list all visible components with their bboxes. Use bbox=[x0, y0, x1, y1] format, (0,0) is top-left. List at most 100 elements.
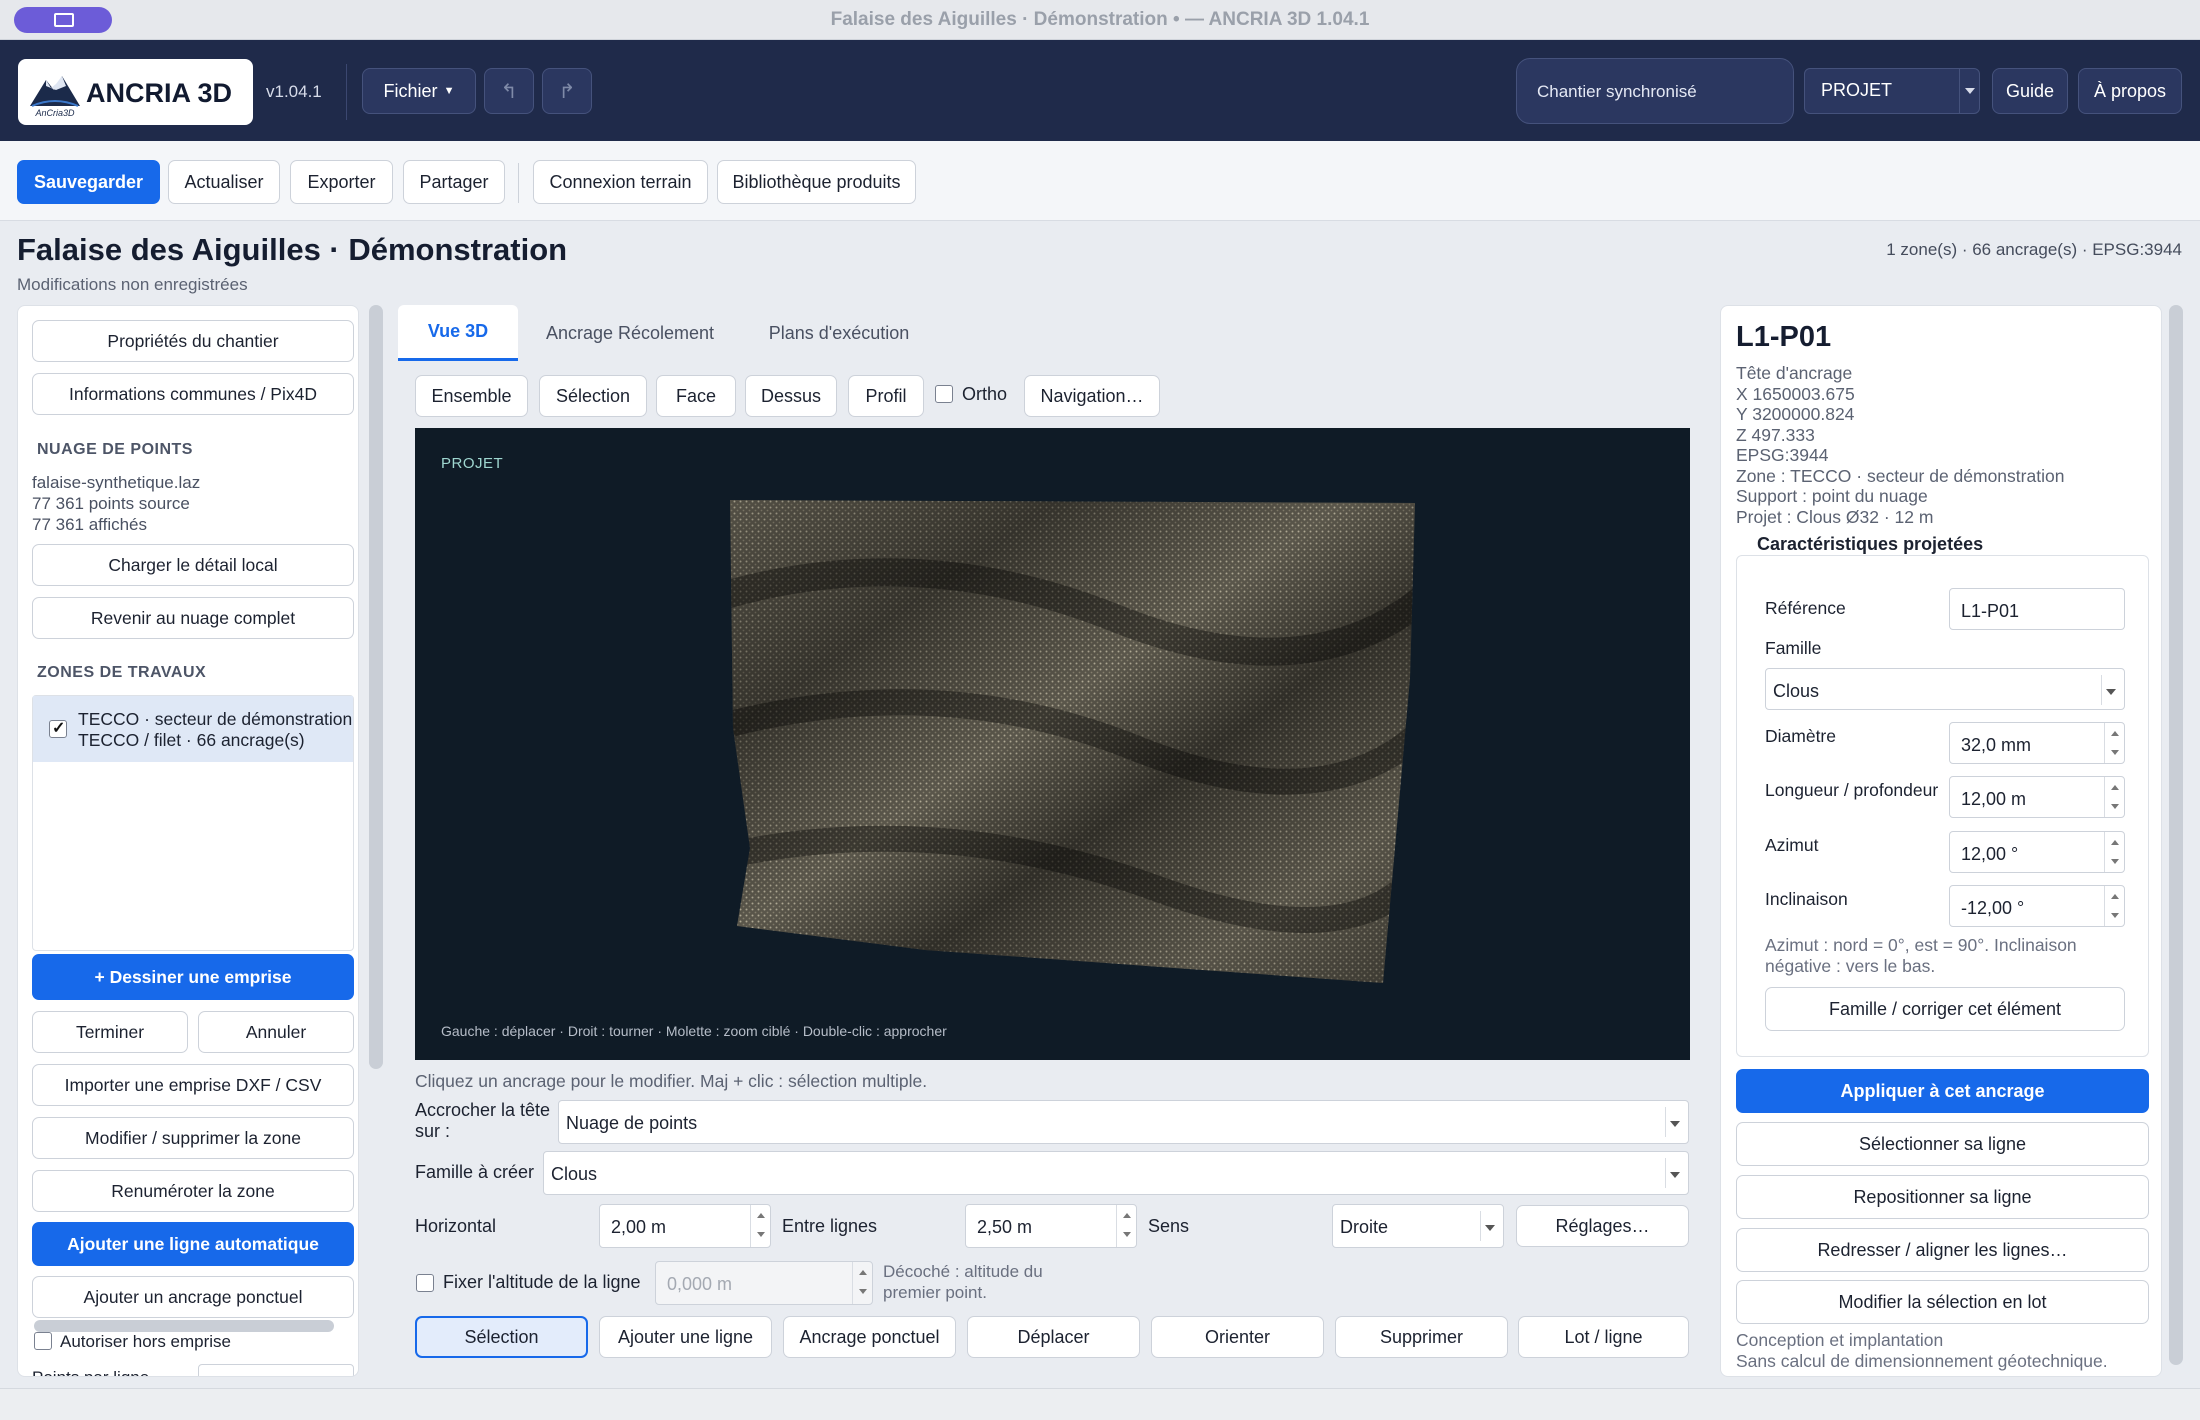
refresh-button[interactable]: Actualiser bbox=[168, 160, 280, 204]
family-select[interactable]: Clous bbox=[1765, 668, 2125, 710]
anchor-type: Tête d'ancrage bbox=[1736, 363, 1853, 383]
fix-family-button[interactable]: Famille / corriger cet élément bbox=[1765, 987, 2125, 1031]
zone-list-item[interactable]: TECCO · secteur de démonstration TECCO /… bbox=[33, 696, 353, 762]
viewport-help: Gauche : déplacer · Droit : tourner · Mo… bbox=[441, 1023, 947, 1039]
guide-button[interactable]: Guide bbox=[1992, 68, 2068, 114]
snap-label: Accrocher la tête sur : bbox=[415, 1100, 551, 1141]
apply-anchor-button[interactable]: Appliquer à cet ancrage bbox=[1736, 1069, 2149, 1113]
about-button[interactable]: À propos bbox=[2078, 68, 2182, 114]
select-divider bbox=[1480, 1211, 1481, 1241]
settings-button[interactable]: Réglages… bbox=[1516, 1205, 1689, 1247]
azimuth-input[interactable]: 12,00 ° bbox=[1949, 831, 2125, 873]
full-cloud-button[interactable]: Revenir au nuage complet bbox=[32, 597, 354, 639]
anchor-support: Support : point du nuage bbox=[1736, 486, 1928, 506]
mode-selection-button[interactable]: Sélection bbox=[415, 1316, 588, 1358]
cancel-button[interactable]: Annuler bbox=[198, 1011, 354, 1053]
straighten-lines-button[interactable]: Redresser / aligner les lignes… bbox=[1736, 1228, 2149, 1272]
3d-viewport[interactable]: PROJET Gauche : déplacer · Droit: tourn… bbox=[415, 428, 1690, 1060]
footer-line-1: Conception et implantation bbox=[1736, 1330, 1944, 1350]
view-top-button[interactable]: Dessus bbox=[745, 375, 837, 417]
page-title: Falaise des Aiguilles · Démonstration bbox=[17, 232, 568, 267]
site-properties-button[interactable]: Propriétés du chantier bbox=[32, 320, 354, 362]
renumber-zone-button[interactable]: Renuméroter la zone bbox=[32, 1170, 354, 1212]
select-divider bbox=[1665, 1158, 1666, 1188]
length-value: 12,00 m bbox=[1961, 789, 2027, 809]
between-lines-label: Entre lignes bbox=[782, 1216, 878, 1236]
add-auto-line-button[interactable]: Ajouter une ligne automatique bbox=[32, 1222, 354, 1266]
cloud-source-count: 77 361 points source bbox=[32, 494, 190, 513]
fix-altitude-value: 0,000 m bbox=[667, 1274, 733, 1294]
add-anchor-button[interactable]: Ajouter un ancrage ponctuel bbox=[32, 1276, 354, 1318]
direction-select[interactable]: Droite bbox=[1332, 1204, 1504, 1248]
redo-button[interactable]: ↱ bbox=[542, 68, 592, 114]
zone-checkbox[interactable] bbox=[49, 718, 67, 738]
stepper-icon[interactable] bbox=[2104, 723, 2124, 763]
main-toolbar: Sauvegarder Actualiser Exporter Partager… bbox=[0, 141, 2200, 221]
view-face-button[interactable]: Face bbox=[656, 375, 736, 417]
tab-vue-3d[interactable]: Vue 3D bbox=[398, 305, 518, 361]
product-library-button[interactable]: Bibliothèque produits bbox=[717, 160, 916, 204]
app-logo: AnCria3D ANCRIA 3D bbox=[18, 59, 253, 125]
view-selection-button[interactable]: Sélection bbox=[539, 375, 647, 417]
points-per-line-input[interactable] bbox=[198, 1364, 354, 1376]
diameter-input[interactable]: 32,0 mm bbox=[1949, 722, 2125, 764]
navigation-button[interactable]: Navigation… bbox=[1024, 375, 1160, 417]
stepper-icon[interactable] bbox=[2104, 832, 2124, 872]
mode-add-line-button[interactable]: Ajouter une ligne bbox=[599, 1316, 772, 1358]
family-create-select[interactable]: Clous bbox=[543, 1151, 1689, 1195]
anchor-y: Y 3200000.824 bbox=[1736, 404, 1855, 424]
load-detail-button[interactable]: Charger le détail local bbox=[32, 544, 354, 586]
length-label: Longueur / profondeur bbox=[1765, 780, 1939, 800]
horizontal-input[interactable]: 2,00 m bbox=[599, 1204, 771, 1248]
inclination-input[interactable]: -12,00 ° bbox=[1949, 885, 2125, 927]
ortho-checkbox[interactable] bbox=[935, 385, 953, 403]
diameter-label: Diamètre bbox=[1765, 726, 1836, 746]
import-dxf-button[interactable]: Importer une emprise DXF / CSV bbox=[32, 1064, 354, 1106]
mode-point-anchor-button[interactable]: Ancrage ponctuel bbox=[783, 1316, 956, 1358]
field-connection-button[interactable]: Connexion terrain bbox=[533, 160, 708, 204]
undo-button[interactable]: ↰ bbox=[484, 68, 534, 114]
status-bar bbox=[0, 1388, 2200, 1420]
family-create-label: Famille à créer bbox=[415, 1162, 535, 1182]
edit-zone-button[interactable]: Modifier / supprimer la zone bbox=[32, 1117, 354, 1159]
fix-altitude-input[interactable]: 0,000 m bbox=[655, 1261, 873, 1305]
export-button[interactable]: Exporter bbox=[290, 160, 393, 204]
save-button[interactable]: Sauvegarder bbox=[17, 160, 160, 204]
length-input[interactable]: 12,00 m bbox=[1949, 776, 2125, 818]
finish-button[interactable]: Terminer bbox=[32, 1011, 188, 1053]
stepper-icon[interactable] bbox=[2104, 777, 2124, 817]
between-lines-input[interactable]: 2,50 m bbox=[965, 1204, 1137, 1248]
page-stats: 1 zone(s) · 66 ancrage(s) · EPSG:3944 bbox=[1886, 240, 2182, 259]
share-button[interactable]: Partager bbox=[403, 160, 505, 204]
right-panel-scrollbar[interactable] bbox=[2169, 305, 2183, 1365]
project-select[interactable]: PROJET bbox=[1804, 68, 1980, 114]
reposition-line-button[interactable]: Repositionner sa ligne bbox=[1736, 1175, 2149, 1219]
stepper-icon[interactable] bbox=[852, 1262, 872, 1304]
left-panel: Propriétés du chantier Informations comm… bbox=[17, 305, 359, 1377]
anchor-metadata: Tête d'ancrage X 1650003.675 Y 3200000.8… bbox=[1736, 363, 2064, 527]
tab-ancrage-recolement[interactable]: Ancrage Récolement bbox=[530, 305, 730, 361]
mode-move-button[interactable]: Déplacer bbox=[967, 1316, 1140, 1358]
direction-label: Sens bbox=[1148, 1216, 1190, 1236]
mode-delete-button[interactable]: Supprimer bbox=[1335, 1316, 1508, 1358]
anchor-title: L1-P01 bbox=[1736, 321, 1832, 353]
stepper-icon[interactable] bbox=[750, 1205, 770, 1247]
fix-altitude-checkbox[interactable] bbox=[416, 1274, 434, 1292]
mode-batch-button[interactable]: Lot / ligne bbox=[1518, 1316, 1689, 1358]
batch-edit-button[interactable]: Modifier la sélection en lot bbox=[1736, 1280, 2149, 1324]
mode-orient-button[interactable]: Orienter bbox=[1151, 1316, 1324, 1358]
tab-plans-execution[interactable]: Plans d'exécution bbox=[745, 305, 933, 361]
view-profile-button[interactable]: Profil bbox=[848, 375, 924, 417]
view-ensemble-button[interactable]: Ensemble bbox=[415, 375, 528, 417]
file-menu-button[interactable]: Fichier ▼ bbox=[362, 68, 476, 114]
select-line-button[interactable]: Sélectionner sa ligne bbox=[1736, 1122, 2149, 1166]
left-panel-scrollbar[interactable] bbox=[369, 305, 383, 1069]
allow-outside-checkbox[interactable] bbox=[34, 1332, 52, 1350]
anchor-epsg: EPSG:3944 bbox=[1736, 445, 1829, 465]
snap-select[interactable]: Nuage de points bbox=[558, 1100, 1689, 1144]
reference-input[interactable]: L1-P01 bbox=[1949, 588, 2125, 630]
stepper-icon[interactable] bbox=[2104, 886, 2124, 926]
common-info-button[interactable]: Informations communes / Pix4D bbox=[32, 373, 354, 415]
draw-area-button[interactable]: + Dessiner une emprise bbox=[32, 954, 354, 1000]
stepper-icon[interactable] bbox=[1116, 1205, 1136, 1247]
